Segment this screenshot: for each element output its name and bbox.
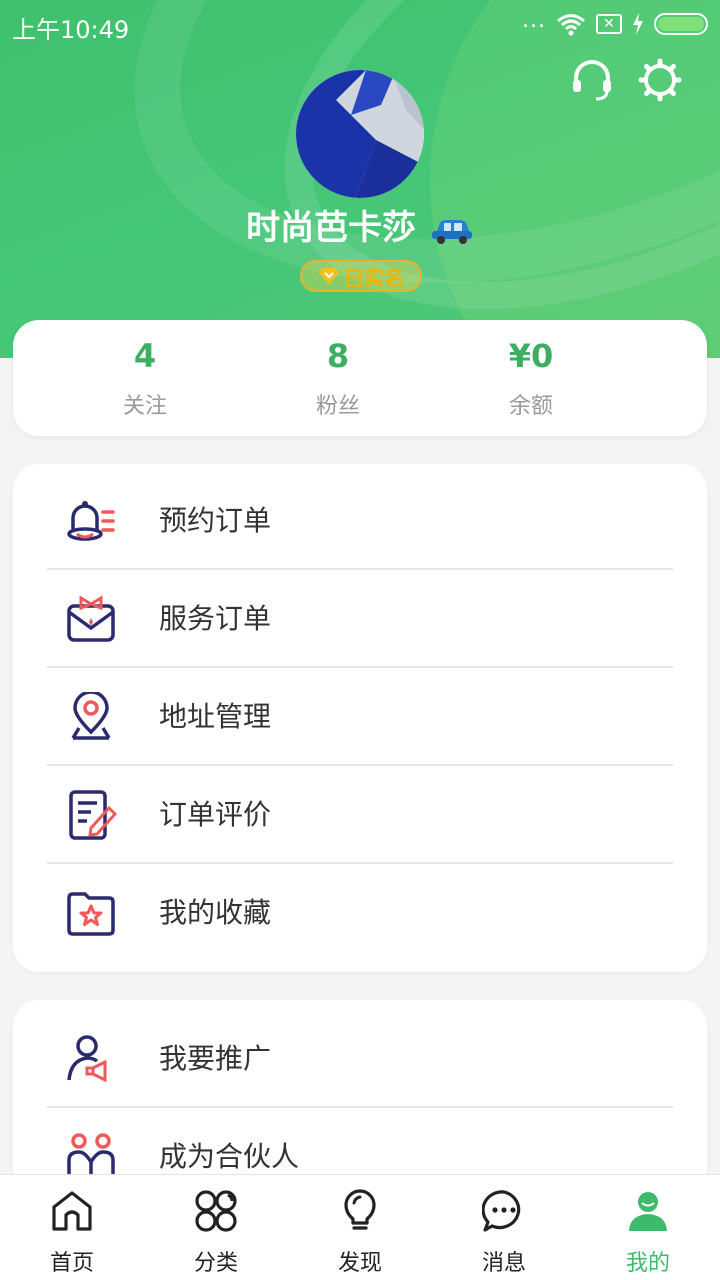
bottom-tab-bar: 首页 分类 发现 消息 我的: [0, 1174, 720, 1280]
tab-label: 发现: [337, 1251, 382, 1276]
tab-mine[interactable]: 我的: [576, 1189, 720, 1277]
orders-menu-card: 预约订单 服务订单 地址管理 订单评价 我的收藏: [13, 464, 707, 972]
verified-label: 已实名: [344, 265, 404, 290]
username-text: 时尚芭卡莎: [246, 208, 417, 248]
profile-header: 上午10:49 ... ✕ 时尚芭卡莎 已实名: [0, 0, 720, 358]
menu-item-label: 我要推广: [159, 1042, 272, 1075]
promote-user-icon: [67, 1035, 107, 1083]
stat-followers[interactable]: 8 粉丝: [268, 334, 408, 420]
headset-icon[interactable]: [570, 58, 614, 102]
settings-icon[interactable]: [638, 58, 682, 102]
star-folder-icon: [67, 892, 115, 936]
user-icon: [629, 1192, 667, 1231]
stat-value: ¥0: [508, 337, 554, 375]
menu-item-appointment-orders[interactable]: 预约订单: [13, 472, 707, 570]
status-time: 上午10:49: [12, 16, 130, 44]
edit-document-icon: [69, 790, 117, 840]
stat-label: 粉丝: [315, 394, 360, 419]
menu-item-my-favorites[interactable]: 我的收藏: [13, 864, 707, 962]
tab-discover[interactable]: 发现: [288, 1189, 432, 1277]
menu-item-label: 服务订单: [159, 602, 272, 635]
tab-label: 我的: [625, 1251, 670, 1276]
tab-messages[interactable]: 消息: [432, 1189, 576, 1277]
car-icon: [431, 219, 472, 244]
menu-item-label: 我的收藏: [159, 896, 272, 929]
tab-label: 消息: [481, 1251, 526, 1276]
stat-balance[interactable]: ¥0 余额: [461, 334, 601, 420]
stats-card: 4 关注 8 粉丝 ¥0 余额: [13, 320, 707, 436]
tab-home[interactable]: 首页: [0, 1189, 144, 1277]
bell-list-icon: [67, 501, 115, 541]
tab-label: 首页: [49, 1251, 94, 1276]
tab-category[interactable]: 分类: [144, 1189, 288, 1277]
menu-item-service-orders[interactable]: 服务订单: [13, 570, 707, 668]
username: 时尚芭卡莎: [0, 200, 720, 249]
stat-label: 关注: [122, 394, 167, 419]
no-sim-icon: ✕: [596, 14, 622, 34]
stat-following[interactable]: 4 关注: [75, 334, 215, 420]
menu-item-label: 地址管理: [159, 700, 272, 733]
wifi-icon: [557, 14, 585, 36]
category-icon: [195, 1190, 237, 1232]
battery-icon: [654, 13, 708, 35]
stat-value: 8: [326, 337, 350, 375]
verified-badge: 已实名: [300, 260, 422, 292]
stat-label: 余额: [508, 394, 553, 419]
signal-dots-icon: ...: [522, 8, 546, 33]
home-icon: [52, 1191, 92, 1231]
chat-bubble-icon: [481, 1190, 521, 1232]
avatar[interactable]: [296, 70, 424, 198]
menu-item-promote[interactable]: 我要推广: [13, 1010, 707, 1108]
menu-item-address-management[interactable]: 地址管理: [13, 668, 707, 766]
menu-item-label: 订单评价: [159, 798, 272, 831]
service-box-icon: [67, 595, 115, 642]
menu-item-order-reviews[interactable]: 订单评价: [13, 766, 707, 864]
menu-item-label: 预约订单: [159, 504, 272, 537]
diamond-icon: [319, 268, 339, 284]
stat-value: 4: [133, 337, 157, 375]
tab-label: 分类: [193, 1251, 238, 1276]
lightbulb-icon: [344, 1189, 376, 1230]
location-pin-icon: [71, 692, 111, 740]
charging-icon: [633, 13, 643, 35]
status-bar: 上午10:49 ... ✕: [0, 0, 720, 50]
